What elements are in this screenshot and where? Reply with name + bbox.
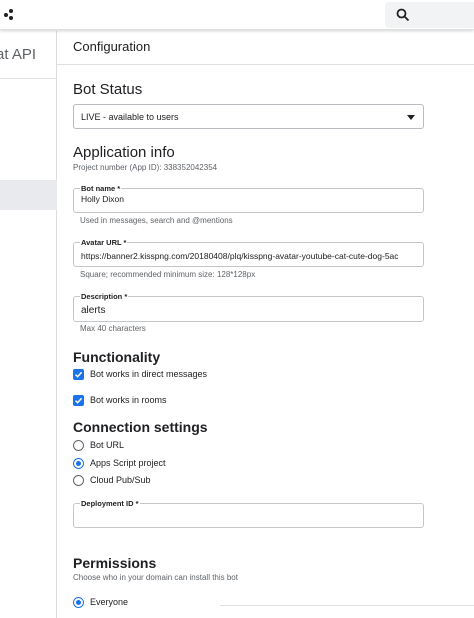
- connection-settings-title: Connection settings: [73, 419, 208, 435]
- description-helper: Max 40 characters: [80, 324, 146, 333]
- sidebar-divider: [0, 78, 57, 79]
- radio-label: Bot URL: [90, 440, 125, 450]
- page-title: Configuration: [73, 39, 151, 54]
- checkbox-checked-icon[interactable]: [73, 395, 84, 406]
- bot-name-value: Holly Dixon: [81, 194, 124, 204]
- avatar-url-value: https://banner2.kisspng.com/20180408/plq…: [81, 251, 399, 261]
- description-value: alerts: [81, 305, 106, 316]
- bot-status-value: LIVE - available to users: [81, 112, 179, 122]
- radio-selected-icon[interactable]: [73, 458, 84, 469]
- description-label: Description *: [80, 292, 129, 301]
- deployment-id-label: Deployment ID *: [80, 499, 140, 508]
- radio-selected-icon[interactable]: [73, 597, 84, 608]
- checkbox-checked-icon[interactable]: [73, 369, 84, 380]
- radio-label: Everyone: [90, 597, 129, 607]
- bot-status-select[interactable]: LIVE - available to users: [73, 104, 424, 129]
- permissions-title: Permissions: [73, 555, 157, 571]
- main-content: Configuration Bot Status LIVE - availabl…: [57, 31, 474, 618]
- bot-name-field[interactable]: Bot name * Holly Dixon: [73, 184, 424, 213]
- sidebar-item-active[interactable]: [0, 180, 57, 210]
- radio-bot-url[interactable]: Bot URL: [73, 440, 223, 452]
- project-number: Project number (App ID): 338352042354: [73, 163, 218, 172]
- checkbox-label: Bot works in rooms: [90, 395, 167, 405]
- bot-name-helper: Used in messages, search and @mentions: [80, 216, 233, 225]
- checkbox-rooms[interactable]: Bot works in rooms: [73, 395, 273, 407]
- deployment-id-field[interactable]: Deployment ID *: [73, 499, 424, 528]
- radio-cloud-pubsub[interactable]: Cloud Pub/Sub: [73, 475, 223, 487]
- radio-unselected-icon[interactable]: [73, 475, 84, 486]
- avatar-url-label: Avatar URL *: [80, 238, 128, 247]
- app-logo-icon[interactable]: [4, 9, 16, 21]
- sidebar-title: at API: [0, 46, 37, 63]
- radio-everyone[interactable]: Everyone: [73, 597, 223, 609]
- radio-label: Cloud Pub/Sub: [90, 475, 151, 485]
- functionality-title: Functionality: [73, 349, 161, 365]
- bot-name-label: Bot name *: [80, 184, 122, 193]
- bot-status-title: Bot Status: [73, 81, 143, 98]
- description-field[interactable]: Description * alerts: [73, 292, 424, 322]
- dropdown-arrow-icon: [407, 115, 415, 120]
- checkbox-label: Bot works in direct messages: [90, 369, 208, 379]
- header-divider: [57, 64, 474, 65]
- radio-label: Apps Script project: [90, 458, 166, 468]
- search-icon: [396, 8, 410, 22]
- radio-unselected-icon[interactable]: [73, 440, 84, 451]
- bottom-divider: [220, 605, 474, 606]
- sidebar: at API: [0, 31, 57, 618]
- permissions-subtitle: Choose who in your domain can install th…: [73, 573, 238, 582]
- avatar-url-field[interactable]: Avatar URL * https://banner2.kisspng.com…: [73, 238, 424, 267]
- app-info-title: Application info: [73, 144, 175, 161]
- checkbox-direct-messages[interactable]: Bot works in direct messages: [73, 369, 273, 381]
- search-box[interactable]: [385, 2, 474, 28]
- top-bar: [0, 0, 474, 30]
- avatar-url-helper: Square; recommended minimum size: 128*12…: [80, 270, 256, 279]
- radio-apps-script[interactable]: Apps Script project: [73, 458, 223, 470]
